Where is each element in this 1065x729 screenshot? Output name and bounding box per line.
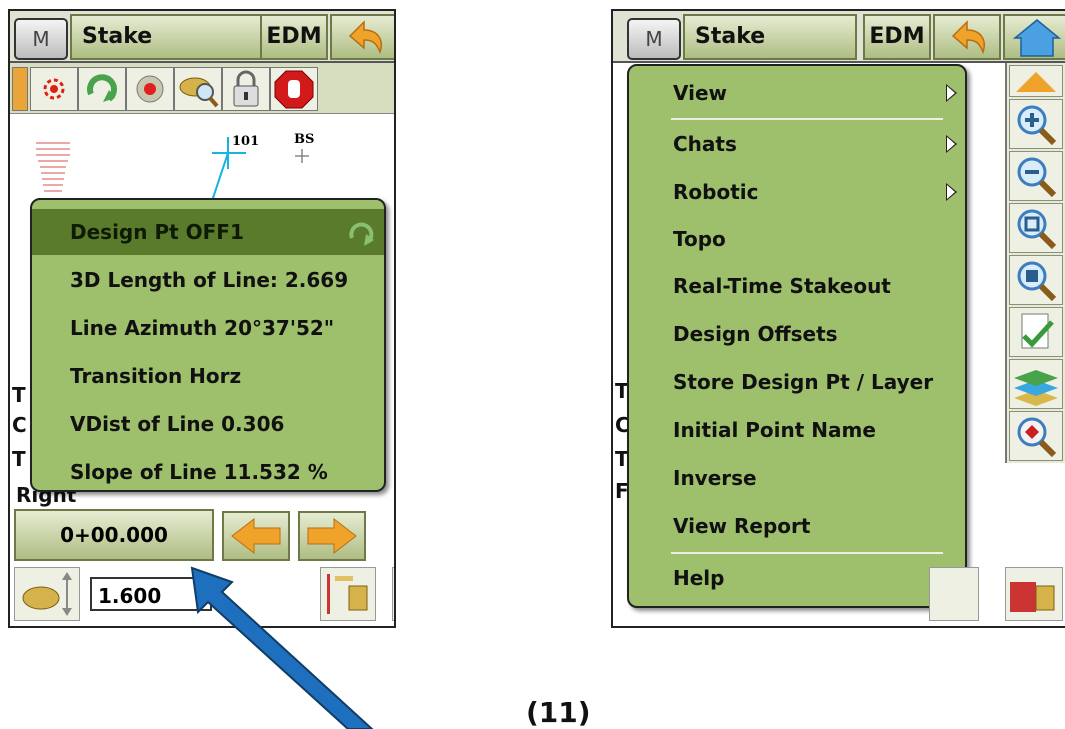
figure-caption: (11): [526, 696, 591, 729]
annotation-arrow: [190, 566, 374, 729]
